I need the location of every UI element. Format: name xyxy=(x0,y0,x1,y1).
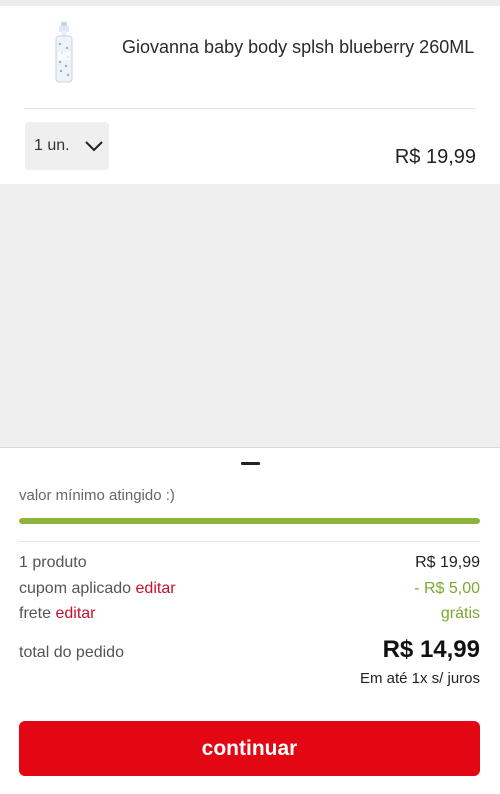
products-label: 1 produto xyxy=(19,554,87,571)
continue-button[interactable]: continuar xyxy=(19,721,480,776)
total-label: total do pedido xyxy=(19,644,124,661)
edit-coupon-link[interactable]: editar xyxy=(136,580,176,597)
item-price: R$ 19,99 xyxy=(394,146,476,168)
min-value-message: valor mínimo atingido :) xyxy=(19,487,175,504)
progress-fill xyxy=(19,518,480,524)
drag-handle[interactable] xyxy=(241,462,260,465)
cart-page: Giovanna baby body splsh blueberry 260ML… xyxy=(0,0,500,794)
product-image[interactable] xyxy=(38,22,90,86)
quantity-value: 1 un. xyxy=(34,137,70,154)
min-value-progress-bar xyxy=(19,518,480,524)
shipping-value: grátis xyxy=(440,605,480,622)
chevron-down-icon xyxy=(84,140,104,152)
divider xyxy=(24,108,476,109)
total-value: R$ 14,99 xyxy=(382,636,480,663)
shipping-label: frete xyxy=(19,605,52,622)
coupon-label-group: cupom aplicado editar xyxy=(19,580,176,598)
cart-item-card: Giovanna baby body splsh blueberry 260ML… xyxy=(0,6,500,184)
shipping-label-group: frete editar xyxy=(19,605,96,623)
edit-shipping-link[interactable]: editar xyxy=(55,605,95,622)
summary-row-total: total do pedido R$ 14,99 xyxy=(19,636,480,664)
installments-text: Em até 1x s/ juros xyxy=(359,670,480,687)
summary-row-coupon: cupom aplicado editar - R$ 5,00 xyxy=(19,580,480,598)
coupon-label: cupom aplicado xyxy=(19,580,132,597)
summary-row-shipping: frete editar grátis xyxy=(19,605,480,623)
spray-bottle-icon xyxy=(55,22,73,83)
order-summary-sheet: valor mínimo atingido :) 1 produto R$ 19… xyxy=(0,447,500,794)
divider xyxy=(19,541,480,542)
quantity-select[interactable]: 1 un. xyxy=(25,122,109,170)
summary-row-products: 1 produto R$ 19,99 xyxy=(19,554,480,572)
products-value: R$ 19,99 xyxy=(415,554,480,571)
coupon-value: - R$ 5,00 xyxy=(414,580,480,597)
product-name[interactable]: Giovanna baby body splsh blueberry 260ML xyxy=(122,34,482,61)
